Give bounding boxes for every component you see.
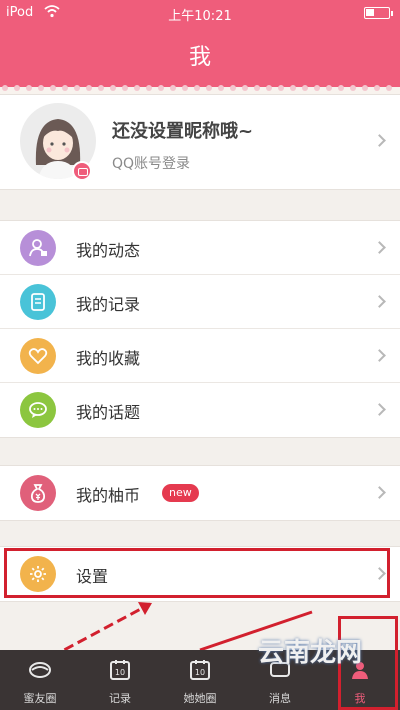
svg-text:10: 10	[195, 668, 205, 677]
calendar-icon: 10	[190, 660, 210, 680]
tab-label: 消息	[269, 692, 291, 705]
svg-text:10: 10	[115, 668, 125, 677]
annotation-arrows	[37, 602, 313, 666]
tab-her-circle[interactable]: 10 她她圈	[160, 650, 240, 710]
circle-bowl-icon	[29, 662, 51, 678]
tab-label: 蜜友圈	[23, 692, 57, 705]
tab-label: 记录	[109, 692, 131, 705]
watermark: 云南龙网	[258, 638, 363, 668]
tab-records[interactable]: 10 记录	[80, 650, 160, 710]
tab-friends-circle[interactable]: 蜜友圈	[0, 650, 80, 710]
tab-label: 她她圈	[183, 692, 217, 705]
calendar-icon: 10	[110, 660, 130, 680]
